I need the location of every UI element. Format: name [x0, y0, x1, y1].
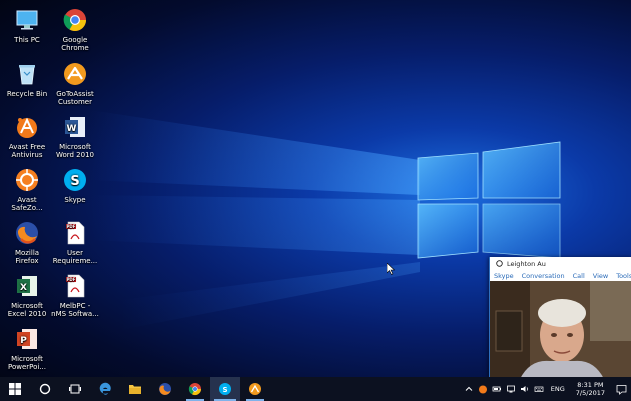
- svg-text:PDF: PDF: [67, 224, 76, 229]
- skype-icon: S: [219, 383, 231, 395]
- skype-menu-call[interactable]: Call: [573, 272, 585, 280]
- desktop[interactable]: This PC Google Chrome Recycle Bin GoToAs…: [0, 0, 631, 401]
- powerpoint-icon: P: [13, 325, 41, 353]
- desktop-icon-recycle-bin[interactable]: Recycle Bin: [2, 60, 52, 98]
- cortana-icon: [39, 383, 51, 395]
- avast-icon: [13, 113, 41, 141]
- svg-text:PDF: PDF: [67, 277, 76, 282]
- pdf-icon: PDF: [61, 219, 89, 247]
- desktop-icon-label: Microsoft Excel 2010: [7, 302, 47, 318]
- firefox-icon: [13, 219, 41, 247]
- tray-battery-button[interactable]: [492, 384, 502, 394]
- tray-network-button[interactable]: [506, 384, 516, 394]
- input-language-indicator[interactable]: ENG: [551, 385, 565, 393]
- gotoassist-icon: [61, 60, 89, 88]
- desktop-icon-this-pc[interactable]: This PC: [2, 6, 52, 44]
- desktop-icon-melbpc-nms-software-pdf[interactable]: PDF MelbPC - nMS Softwa...: [50, 272, 100, 318]
- gotoassist-icon: [249, 383, 261, 395]
- avast-icon: [478, 385, 487, 394]
- file-explorer-icon: [129, 385, 141, 394]
- desktop-icon-microsoft-excel[interactable]: X Microsoft Excel 2010: [2, 272, 52, 318]
- start-icon: [9, 383, 21, 395]
- chrome-icon: [188, 383, 201, 396]
- taskbar-file-explorer-button[interactable]: [120, 377, 150, 401]
- skype-call-window[interactable]: Leighton Au Skype Conversation Call View…: [489, 257, 631, 379]
- desktop-icon-label: Recycle Bin: [6, 90, 48, 98]
- desktop-icon-label: This PC: [14, 36, 40, 44]
- desktop-icon-google-chrome[interactable]: Google Chrome: [50, 6, 100, 52]
- taskbar-chrome-button[interactable]: [180, 377, 210, 401]
- notification-icon: [616, 384, 626, 395]
- desktop-icon-gotoassist[interactable]: GoToAssist Customer: [50, 60, 100, 106]
- firefox-icon: [159, 383, 171, 395]
- mouse-cursor-icon: [387, 263, 395, 275]
- desktop-icon-microsoft-powerpoint[interactable]: P Microsoft PowerPoi...: [2, 325, 52, 371]
- svg-text:X: X: [20, 283, 27, 293]
- desktop-icon-skype[interactable]: S Skype: [50, 166, 100, 204]
- desktop-icon-label: GoToAssist Customer: [56, 90, 94, 106]
- cortana-button[interactable]: [30, 377, 60, 401]
- taskbar-clock[interactable]: 8:31 PM 7/5/2017: [576, 381, 605, 397]
- skype-title-bar[interactable]: Leighton Au: [490, 257, 631, 270]
- svg-text:W: W: [67, 124, 77, 134]
- pdf-icon: PDF: [61, 272, 89, 300]
- desktop-icon-avast-free-antivirus[interactable]: Avast Free Antivirus: [2, 113, 52, 159]
- skype-menu-view[interactable]: View: [593, 272, 608, 280]
- skype-contact-name: Leighton Au: [507, 259, 546, 268]
- svg-text:S: S: [222, 386, 227, 394]
- desktop-icon-label: Google Chrome: [61, 36, 89, 52]
- volume-icon: [520, 386, 528, 392]
- desktop-icon-label: Avast SafeZo...: [11, 196, 43, 212]
- taskbar-gotoassist-button[interactable]: [240, 377, 270, 401]
- video-caller-image: [490, 281, 631, 379]
- action-center-button[interactable]: [611, 377, 631, 401]
- skype-menu-bar: Skype Conversation Call View Tools: [490, 270, 631, 281]
- excel-icon: X: [13, 272, 41, 300]
- skype-menu-tools[interactable]: Tools: [616, 272, 631, 280]
- skype-menu-conversation[interactable]: Conversation: [522, 272, 565, 280]
- desktop-icon-label: MelbPC - nMS Softwa...: [51, 302, 99, 318]
- keyboard-icon: [534, 386, 544, 392]
- word-icon: W: [61, 113, 89, 141]
- chrome-icon: [61, 6, 89, 34]
- taskbar-skype-button[interactable]: S: [210, 377, 240, 401]
- tray-keyboard-button[interactable]: [534, 384, 544, 394]
- edge-icon: [99, 382, 111, 395]
- desktop-icon-avast-safezone[interactable]: Avast SafeZo...: [2, 166, 52, 212]
- clock-time: 8:31 PM: [577, 381, 604, 389]
- tray-volume-button[interactable]: [520, 384, 530, 394]
- tray-avast-button[interactable]: [478, 384, 488, 394]
- task-view-button[interactable]: [60, 377, 90, 401]
- desktop-icon-label: Skype: [64, 196, 86, 204]
- desktop-icon-label: User Requireme...: [52, 249, 98, 265]
- taskbar: S ENG 8:31 PM 7/5/2017: [0, 377, 631, 401]
- start-button[interactable]: [0, 377, 30, 401]
- chevron-up-icon: [465, 386, 473, 391]
- desktop-icon-label: Microsoft Word 2010: [55, 143, 95, 159]
- desktop-icon-label: Microsoft PowerPoi...: [7, 355, 47, 371]
- skype-icon: S: [61, 166, 89, 194]
- network-icon: [506, 385, 515, 393]
- battery-icon: [492, 386, 501, 392]
- this-pc-icon: [13, 6, 41, 34]
- desktop-icon-label: Mozilla Firefox: [14, 249, 40, 265]
- task-view-icon: [69, 384, 81, 394]
- skype-menu-skype[interactable]: Skype: [494, 272, 514, 280]
- desktop-icon-mozilla-firefox[interactable]: Mozilla Firefox: [2, 219, 52, 265]
- desktop-icon-microsoft-word[interactable]: W Microsoft Word 2010: [50, 113, 100, 159]
- desktop-icon-label: Avast Free Antivirus: [8, 143, 46, 159]
- avast-safezone-icon: [13, 166, 41, 194]
- system-tray: ENG 8:31 PM 7/5/2017: [462, 377, 631, 401]
- skype-status-icon: [496, 260, 503, 267]
- desktop-icon-user-requirements-pdf[interactable]: PDF User Requireme...: [50, 219, 100, 265]
- clock-date: 7/5/2017: [575, 389, 605, 397]
- svg-text:S: S: [70, 174, 79, 189]
- taskbar-firefox-button[interactable]: [150, 377, 180, 401]
- taskbar-edge-button[interactable]: [90, 377, 120, 401]
- show-hidden-icons-button[interactable]: [464, 384, 474, 394]
- recycle-bin-icon: [13, 60, 41, 88]
- svg-text:P: P: [20, 336, 27, 346]
- skype-video-feed: [490, 281, 631, 379]
